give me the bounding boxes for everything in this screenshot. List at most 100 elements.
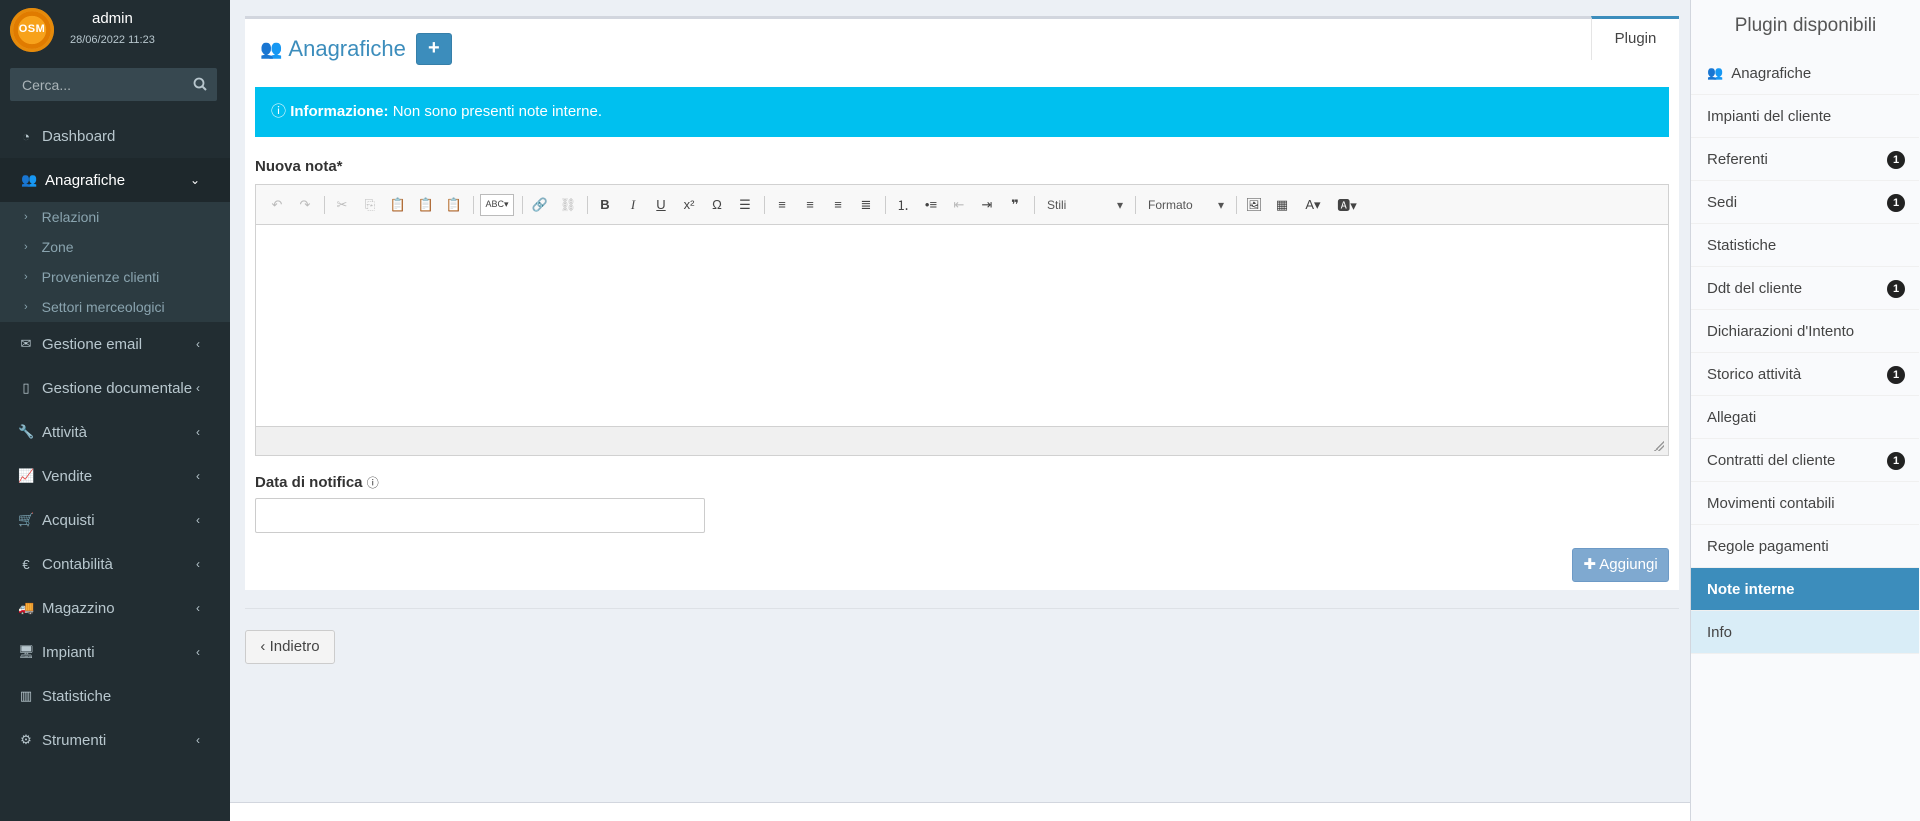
menu-item-impianti[interactable]: 🖥 Impianti ‹: [0, 630, 230, 674]
unlink-icon[interactable]: ⛓: [557, 194, 579, 216]
redo-icon[interactable]: ↷: [294, 194, 316, 216]
chevron-left-icon: ‹: [196, 601, 200, 615]
styles-dropdown[interactable]: Stili ▾: [1041, 194, 1129, 216]
plugin-item-label: Referenti: [1707, 150, 1768, 168]
paste-word-icon[interactable]: 📋: [443, 194, 465, 216]
align-justify-icon[interactable]: ≣: [855, 194, 877, 216]
toolbar-separator: [1135, 195, 1136, 214]
cog-icon: ⚙: [20, 732, 32, 747]
menu-item-gestione-documentale[interactable]: ▯ Gestione documentale ‹: [0, 366, 230, 410]
search-icon[interactable]: [193, 77, 207, 91]
plugin-item-regole-pagamenti[interactable]: Regole pagamenti: [1691, 525, 1919, 568]
add-note-button[interactable]: ✚ Aggiungi: [1572, 548, 1669, 582]
plugin-item-label: Note interne: [1707, 580, 1795, 598]
special-char-icon[interactable]: Ω: [706, 194, 728, 216]
underline-icon[interactable]: U: [650, 194, 672, 216]
numbered-list-icon[interactable]: ⒈: [892, 194, 914, 216]
plugin-item-anagrafiche[interactable]: 👥 Anagrafiche: [1691, 52, 1919, 95]
back-button[interactable]: ‹ Indietro: [245, 630, 335, 664]
link-icon[interactable]: 🔗: [529, 194, 551, 216]
logo[interactable]: OSM: [10, 8, 54, 52]
submenu-item-zone[interactable]: › Zone: [0, 232, 230, 262]
plugin-item-referenti[interactable]: Referenti 1: [1691, 138, 1919, 181]
count-badge: 1: [1887, 280, 1905, 298]
chevron-left-icon: ‹: [196, 557, 200, 571]
menu-item-label: Statistiche: [42, 687, 112, 705]
plugin-item-dichiarazioni-intento[interactable]: Dichiarazioni d'Intento: [1691, 310, 1919, 353]
menu-item-label: Vendite: [42, 467, 93, 485]
plugin-item-contratti-cliente[interactable]: Contratti del cliente 1: [1691, 439, 1919, 482]
cut-icon[interactable]: ✂: [331, 194, 353, 216]
plugin-item-ddt-cliente[interactable]: Ddt del cliente 1: [1691, 267, 1919, 310]
bold-icon[interactable]: B: [594, 194, 616, 216]
plugin-item-sedi[interactable]: Sedi 1: [1691, 181, 1919, 224]
format-dropdown[interactable]: Formato ▾: [1142, 194, 1230, 216]
line-chart-icon: 📈: [18, 468, 35, 483]
paste-icon[interactable]: 📋: [387, 194, 409, 216]
outdent-icon[interactable]: ⇤: [948, 194, 970, 216]
toolbar-separator: [587, 195, 588, 214]
align-left-icon[interactable]: ≡: [771, 194, 793, 216]
plugin-item-impianti-cliente[interactable]: Impianti del cliente: [1691, 95, 1919, 138]
align-center-icon[interactable]: ≡: [799, 194, 821, 216]
info-icon: ⓘ: [271, 103, 287, 120]
plugin-item-label: Anagrafiche: [1731, 64, 1812, 82]
resize-handle-icon[interactable]: [1654, 441, 1664, 451]
italic-icon[interactable]: I: [622, 194, 644, 216]
indent-icon[interactable]: ⇥: [976, 194, 998, 216]
submenu-item-label: Zone: [41, 239, 74, 255]
plugin-item-note-interne[interactable]: Note interne: [1691, 568, 1919, 611]
logo-text: OSM: [18, 23, 46, 35]
search-input[interactable]: [10, 68, 185, 101]
menu-item-gestione-email[interactable]: ✉ Gestione email ‹: [0, 322, 230, 366]
submenu-item-settori[interactable]: › Settori merceologici: [0, 292, 230, 322]
toolbar-separator: [1034, 195, 1035, 214]
menu-item-label: Gestione documentale: [42, 379, 193, 397]
add-anagrafica-button[interactable]: +: [415, 33, 452, 65]
editor-content-area[interactable]: [256, 225, 1668, 426]
background-color-icon[interactable]: 🅰▾: [1333, 194, 1361, 216]
toolbar-separator: [764, 195, 765, 214]
spellcheck-icon[interactable]: ABC▾: [480, 193, 514, 216]
plugin-item-info[interactable]: Info: [1691, 611, 1919, 654]
chevron-right-icon: ›: [24, 241, 28, 253]
toolbar-separator: [885, 195, 886, 214]
menu-item-attivita[interactable]: 🔧 Attività ‹: [0, 410, 230, 454]
users-icon: 👥: [260, 38, 283, 59]
menu-item-statistiche[interactable]: ▥ Statistiche: [0, 674, 230, 718]
text-color-icon[interactable]: A▾: [1299, 194, 1327, 216]
align-right-icon[interactable]: ≡: [827, 194, 849, 216]
menu-item-acquisti[interactable]: 🛒 Acquisti ‹: [0, 498, 230, 542]
menu-item-magazzino[interactable]: 🚚 Magazzino ‹: [0, 586, 230, 630]
notification-date-input[interactable]: [255, 498, 705, 533]
user-name[interactable]: admin: [92, 10, 133, 27]
submenu-item-relazioni[interactable]: › Relazioni: [0, 202, 230, 232]
format-dropdown-label: Formato: [1148, 197, 1193, 212]
tab-plugin[interactable]: Plugin: [1591, 16, 1679, 60]
image-icon[interactable]: 🖼: [1243, 194, 1265, 216]
menu-item-contabilita[interactable]: € Contabilità ‹: [0, 542, 230, 586]
table-icon[interactable]: ▦: [1271, 194, 1293, 216]
chevron-left-icon: ‹: [196, 645, 200, 659]
paste-text-icon[interactable]: 📋: [415, 194, 437, 216]
plugin-item-allegati[interactable]: Allegati: [1691, 396, 1919, 439]
plugin-item-label: Sedi: [1707, 193, 1738, 211]
plugin-item-storico-attivita[interactable]: Storico attività 1: [1691, 353, 1919, 396]
submenu-item-provenienze[interactable]: › Provenienze clienti: [0, 262, 230, 292]
superscript-icon[interactable]: x²: [678, 194, 700, 216]
menu-item-vendite[interactable]: 📈 Vendite ‹: [0, 454, 230, 498]
bullet-list-icon[interactable]: •≡: [920, 194, 942, 216]
menu-item-strumenti[interactable]: ⚙ Strumenti ‹: [0, 718, 230, 762]
help-icon[interactable]: ⓘ: [367, 476, 379, 490]
menu-item-dashboard[interactable]: ◔ Dashboard: [0, 114, 230, 158]
horizontal-rule-icon[interactable]: ☰: [734, 194, 756, 216]
plugin-item-movimenti-contabili[interactable]: Movimenti contabili: [1691, 482, 1919, 525]
plugin-list: 👥 Anagrafiche Impianti del cliente Refere…: [1691, 52, 1920, 654]
menu-item-anagrafiche[interactable]: 👥 Anagrafiche ⌄: [0, 158, 230, 202]
blockquote-icon[interactable]: ❞: [1004, 194, 1026, 216]
chevron-right-icon: ›: [24, 271, 28, 283]
undo-icon[interactable]: ↶: [266, 194, 288, 216]
plugin-item-statistiche[interactable]: Statistiche: [1691, 224, 1919, 267]
user-panel: OSM admin 28/06/2022 11:23: [0, 0, 230, 58]
copy-icon[interactable]: ⎘: [359, 194, 381, 216]
